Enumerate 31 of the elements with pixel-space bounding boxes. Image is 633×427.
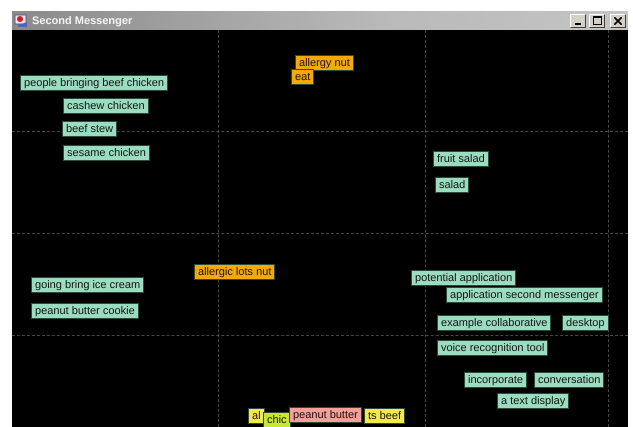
word-tag[interactable]: eat (291, 69, 314, 85)
minimize-icon (575, 22, 581, 24)
word-tag[interactable]: beef stew (62, 121, 118, 137)
word-tag[interactable]: a text display (497, 393, 570, 409)
word-tag[interactable]: peanut butter cookie (31, 303, 139, 319)
word-tag[interactable]: people bringing beef chicken (20, 75, 168, 91)
word-tag[interactable]: application second messenger (446, 287, 603, 303)
close-button[interactable] (610, 14, 626, 28)
word-tag[interactable]: allergy nut (295, 55, 354, 71)
word-tag[interactable]: fruit salad (433, 151, 489, 167)
word-tag[interactable]: sesame chicken (63, 145, 150, 161)
word-tag[interactable]: chic (263, 412, 291, 427)
word-tag[interactable]: conversation (534, 372, 604, 388)
word-tag[interactable]: potential application (411, 270, 516, 286)
word-tag[interactable]: salad (435, 177, 470, 193)
word-tag[interactable]: al (248, 408, 265, 424)
maximize-button[interactable] (589, 14, 605, 28)
word-tag[interactable]: cashew chicken (63, 98, 149, 114)
maximize-icon (592, 16, 602, 25)
word-tag[interactable]: example collaborative (437, 315, 552, 331)
minimize-button[interactable] (570, 14, 586, 28)
word-tag[interactable]: allergic lots nut (194, 264, 276, 280)
word-tag[interactable]: peanut butter (289, 407, 362, 423)
window-title: Second Messenger (32, 14, 134, 26)
close-icon (614, 16, 622, 24)
word-tag[interactable]: ts beef (364, 408, 406, 424)
word-tag[interactable]: going bring ice cream (31, 277, 144, 293)
app-icon (14, 13, 29, 28)
word-tag[interactable]: desktop (562, 315, 609, 331)
word-tag[interactable]: voice recognition tool (437, 340, 548, 356)
word-tag[interactable]: incorporate (464, 372, 528, 388)
